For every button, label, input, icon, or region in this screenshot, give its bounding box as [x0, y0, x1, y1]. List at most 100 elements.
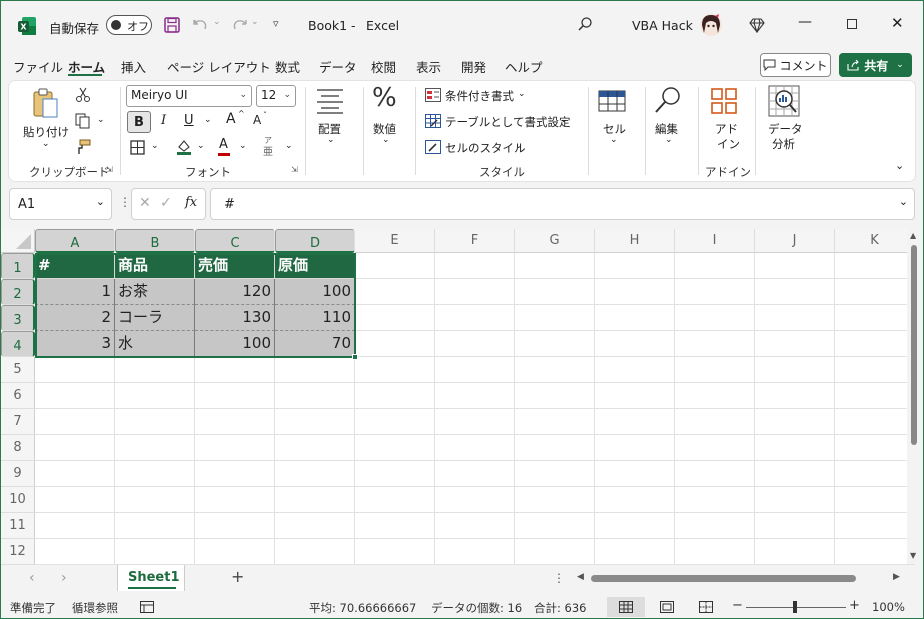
cell-h9[interactable]: [595, 461, 675, 487]
cell-k1[interactable]: [835, 253, 915, 279]
format-painter-icon[interactable]: [75, 139, 91, 155]
cell-k8[interactable]: [835, 435, 915, 461]
cell-j2[interactable]: [755, 279, 835, 305]
cell-d6[interactable]: [275, 383, 355, 409]
cell-b7[interactable]: [115, 409, 195, 435]
fill-color-dropdown-icon[interactable]: ⌄: [197, 141, 205, 151]
row-header-8[interactable]: 8: [1, 435, 35, 461]
cell-f12[interactable]: [435, 539, 515, 565]
tab-developer[interactable]: 開発: [461, 57, 486, 76]
cell-e4[interactable]: [355, 331, 435, 357]
addins-label-line1[interactable]: アド: [715, 121, 738, 137]
cell-b3[interactable]: コーラ: [115, 305, 195, 331]
cell-h10[interactable]: [595, 487, 675, 513]
zoom-out-button[interactable]: −: [732, 598, 743, 613]
format-as-table-dropdown-icon[interactable]: ⌄: [560, 115, 568, 125]
column-header-j[interactable]: J: [755, 229, 835, 253]
data-analysis-icon[interactable]: [768, 85, 800, 117]
cell-k7[interactable]: [835, 409, 915, 435]
cells-dropdown-icon[interactable]: ⌄: [610, 135, 618, 145]
addins-label-line2[interactable]: イン: [717, 136, 740, 152]
row-header-6[interactable]: 6: [1, 383, 35, 409]
cell-c6[interactable]: [195, 383, 275, 409]
row-header-4[interactable]: 4: [1, 331, 35, 357]
worksheet-grid[interactable]: ABCDEFGHIJK 1 2 3 4 5 6 7 8 9 10 11 12 # 商品 売価 原価 1 お茶 12…: [1, 229, 915, 565]
cell-d12[interactable]: [275, 539, 355, 565]
cell-f7[interactable]: [435, 409, 515, 435]
cell-g11[interactable]: [515, 513, 595, 539]
tab-data[interactable]: データ: [319, 57, 357, 76]
cell-i7[interactable]: [675, 409, 755, 435]
cell-e2[interactable]: [355, 279, 435, 305]
cell-f3[interactable]: [435, 305, 515, 331]
cell-i6[interactable]: [675, 383, 755, 409]
cell-h1[interactable]: [595, 253, 675, 279]
cell-i4[interactable]: [675, 331, 755, 357]
font-name-select[interactable]: Meiryo UI ⌄: [126, 85, 252, 107]
cell-d1[interactable]: 原価: [275, 253, 355, 279]
alignment-dropdown-icon[interactable]: ⌄: [327, 135, 335, 145]
share-dropdown-icon[interactable]: ⌄: [896, 60, 904, 70]
cell-c3[interactable]: 130: [195, 305, 275, 331]
search-icon[interactable]: [577, 16, 593, 32]
cell-i12[interactable]: [675, 539, 755, 565]
cell-a12[interactable]: [35, 539, 115, 565]
cell-c2[interactable]: 120: [195, 279, 275, 305]
cell-c1[interactable]: 売価: [195, 253, 275, 279]
cell-j8[interactable]: [755, 435, 835, 461]
normal-view-button[interactable]: [607, 597, 645, 617]
undo-icon[interactable]: [193, 17, 209, 33]
cell-b12[interactable]: [115, 539, 195, 565]
cell-a7[interactable]: [35, 409, 115, 435]
cell-j5[interactable]: [755, 357, 835, 383]
font-color-dropdown-icon[interactable]: ⌄: [239, 141, 247, 151]
cell-e7[interactable]: [355, 409, 435, 435]
row-header-7[interactable]: 7: [1, 409, 35, 435]
name-box-dropdown-icon[interactable]: ⌄: [96, 195, 105, 208]
row-header-11[interactable]: 11: [1, 513, 35, 539]
cell-g3[interactable]: [515, 305, 595, 331]
zoom-slider-thumb[interactable]: [793, 601, 797, 613]
cell-k11[interactable]: [835, 513, 915, 539]
add-sheet-button[interactable]: +: [231, 567, 244, 586]
cell-d4[interactable]: 70: [275, 331, 355, 357]
cell-i11[interactable]: [675, 513, 755, 539]
cell-h5[interactable]: [595, 357, 675, 383]
borders-dropdown-icon[interactable]: ⌄: [151, 141, 159, 151]
accessibility-icon[interactable]: [140, 601, 154, 613]
number-format-icon[interactable]: %: [372, 83, 397, 113]
alignment-icon[interactable]: [315, 88, 345, 114]
row-header-1[interactable]: 1: [1, 253, 35, 279]
cell-g12[interactable]: [515, 539, 595, 565]
cut-icon[interactable]: [75, 87, 91, 103]
clipboard-launcher-icon[interactable]: ⇲: [106, 165, 113, 174]
cell-styles-label[interactable]: セルのスタイル: [445, 140, 526, 156]
cell-j3[interactable]: [755, 305, 835, 331]
column-header-h[interactable]: H: [595, 229, 675, 253]
grow-font-button[interactable]: A: [226, 111, 236, 127]
cell-a1[interactable]: #: [35, 253, 115, 279]
cell-k9[interactable]: [835, 461, 915, 487]
cell-i9[interactable]: [675, 461, 755, 487]
row-header-12[interactable]: 12: [1, 539, 35, 565]
cell-k6[interactable]: [835, 383, 915, 409]
cell-i1[interactable]: [675, 253, 755, 279]
font-size-select[interactable]: 12 ⌄: [256, 85, 296, 107]
phonetic-dropdown-icon[interactable]: ⌄: [285, 141, 293, 151]
cell-e10[interactable]: [355, 487, 435, 513]
cell-g7[interactable]: [515, 409, 595, 435]
tab-help[interactable]: ヘルプ: [505, 57, 543, 76]
underline-button[interactable]: U: [184, 113, 194, 128]
expand-formula-bar-icon[interactable]: ⌄: [899, 195, 908, 208]
cell-g4[interactable]: [515, 331, 595, 357]
confirm-entry-icon[interactable]: ✓: [160, 195, 172, 211]
previous-sheet-icon[interactable]: ‹: [29, 570, 35, 586]
column-header-b[interactable]: B: [115, 229, 195, 253]
font-color-button[interactable]: A: [219, 137, 228, 152]
collapse-ribbon-icon[interactable]: ⌄: [895, 159, 904, 172]
editing-dropdown-icon[interactable]: ⌄: [665, 135, 673, 145]
zoom-in-button[interactable]: +: [849, 598, 860, 613]
share-button[interactable]: 共有 ⌄: [839, 53, 912, 77]
row-header-2[interactable]: 2: [1, 279, 35, 305]
cell-c5[interactable]: [195, 357, 275, 383]
